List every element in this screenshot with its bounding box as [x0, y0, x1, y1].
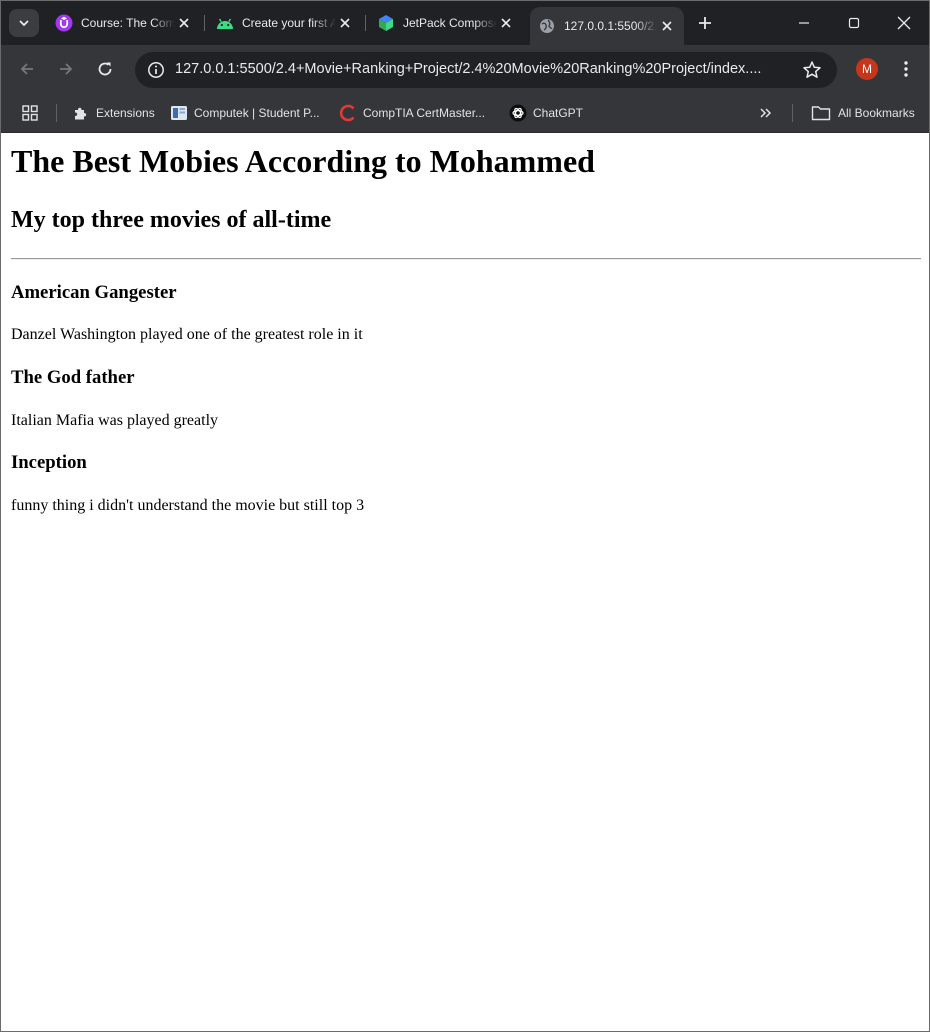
close-icon[interactable]: [336, 14, 354, 32]
more-bookmarks-button[interactable]: [759, 102, 773, 124]
chatgpt-icon: [509, 104, 527, 122]
minimize-icon: [799, 22, 809, 24]
reload-icon: [98, 62, 112, 76]
bookmark-computek[interactable]: Computek | Student P...: [170, 102, 320, 124]
close-icon[interactable]: [175, 14, 193, 32]
android-icon: [216, 14, 234, 32]
bookmarks-separator: [792, 104, 793, 122]
all-bookmarks-button[interactable]: All Bookmarks: [810, 102, 915, 124]
puzzle-icon: [72, 104, 90, 122]
close-icon[interactable]: [497, 14, 515, 32]
chevron-double-right-icon: [760, 108, 772, 118]
tab-title: Course: The Complete 2024 Web Developmen…: [81, 16, 175, 30]
tab-jetpack-compose[interactable]: JetPack Compose: [369, 7, 523, 39]
all-bookmarks-label: All Bookmarks: [838, 106, 915, 120]
jetpack-compose-icon: [377, 14, 395, 32]
address-bar[interactable]: 127.0.0.1:5500/2.4+Movie+Ranking+Project…: [135, 52, 837, 88]
plus-icon: [699, 17, 711, 29]
maximize-icon: [848, 17, 860, 29]
folder-icon: [810, 104, 832, 122]
browser-window: Course: The Complete 2024 Web Developmen…: [0, 0, 930, 1032]
arrow-right-icon: [60, 63, 73, 75]
bookmark-label: CompTIA CertMaster...: [363, 106, 486, 120]
computek-icon: [170, 104, 188, 122]
apps-button[interactable]: [21, 102, 39, 124]
arrow-left-icon: [20, 63, 33, 75]
menu-button[interactable]: [894, 57, 918, 81]
movie-title: Inception: [11, 452, 87, 473]
movie-title: The God father: [11, 367, 135, 388]
tab-title: 127.0.0.1:5500/2.4+Movie+Ranking+Project: [564, 19, 658, 33]
tab-localhost-active[interactable]: 127.0.0.1:5500/2.4+Movie+Ranking+Project: [530, 7, 684, 45]
tab-strip: Course: The Complete 2024 Web Developmen…: [1, 1, 929, 45]
minimize-button[interactable]: [779, 1, 829, 45]
tab-android-app[interactable]: Create your first Android app: [208, 7, 362, 39]
tab-title: Create your first Android app: [242, 16, 336, 30]
new-tab-button[interactable]: [691, 9, 719, 37]
movie-description: funny thing i didn't understand the movi…: [11, 497, 365, 514]
back-button[interactable]: [13, 55, 41, 83]
tab-udemy-course[interactable]: Course: The Complete 2024 Web Developmen…: [47, 7, 201, 39]
movie-title: American Gangester: [11, 282, 177, 303]
movie-description: Italian Mafia was played greatly: [11, 412, 219, 429]
forward-button[interactable]: [52, 55, 80, 83]
browser-toolbar: 127.0.0.1:5500/2.4+Movie+Ranking+Project…: [1, 45, 929, 93]
close-icon[interactable]: [658, 17, 676, 35]
reload-button[interactable]: [91, 55, 119, 83]
globe-icon: [538, 17, 556, 35]
profile-avatar[interactable]: M: [856, 58, 878, 80]
bookmark-chatgpt[interactable]: ChatGPT: [509, 102, 583, 124]
tab-title: JetPack Compose: [403, 16, 497, 30]
close-icon: [897, 16, 911, 30]
divider: [11, 258, 921, 260]
comptia-icon: [339, 104, 357, 122]
udemy-icon: [55, 14, 73, 32]
bookmarks-bar: Extensions Computek | Student P... CompT…: [1, 93, 929, 133]
page-subtitle: My top three movies of all-time: [11, 207, 332, 233]
tab-search-button[interactable]: [9, 9, 39, 37]
movie-description: Danzel Washington played one of the grea…: [11, 326, 363, 343]
close-window-button[interactable]: [879, 1, 929, 45]
tab-separator: [204, 15, 205, 31]
bookmark-star-icon[interactable]: [801, 59, 823, 81]
bookmark-label: Computek | Student P...: [194, 106, 320, 120]
page-title: The Best Mobies According to Mohammed: [11, 143, 595, 179]
bookmark-comptia[interactable]: CompTIA CertMaster...: [339, 102, 485, 124]
tab-separator: [365, 15, 366, 31]
chevron-down-icon: [19, 20, 29, 27]
bookmarks-separator: [56, 104, 57, 122]
page-content: The Best Mobies According to Mohammed My…: [1, 133, 929, 1031]
bookmark-extensions[interactable]: Extensions: [72, 102, 155, 124]
maximize-button[interactable]: [829, 1, 879, 45]
apps-grid-icon: [22, 105, 38, 121]
site-info-icon[interactable]: [143, 57, 169, 83]
kebab-menu-icon: [904, 61, 908, 77]
url-text[interactable]: 127.0.0.1:5500/2.4+Movie+Ranking+Project…: [175, 61, 795, 77]
bookmark-label: ChatGPT: [533, 106, 584, 120]
bookmark-label: Extensions: [96, 106, 155, 120]
